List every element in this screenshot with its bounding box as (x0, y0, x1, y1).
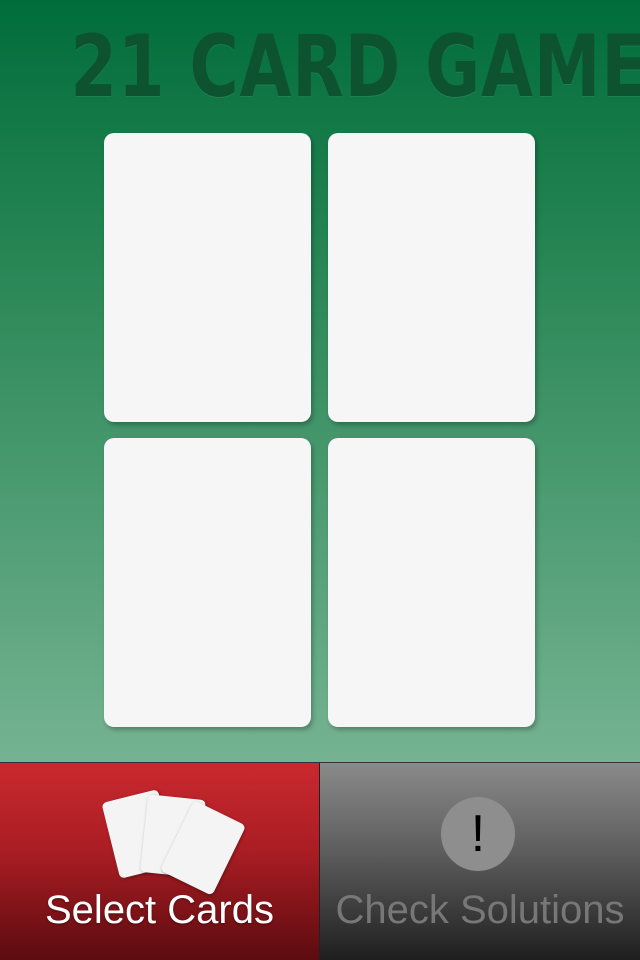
select-cards-tab[interactable]: Select Cards (0, 763, 319, 960)
tab-bar: Select Cards ! Check Solutions (0, 762, 640, 960)
check-solutions-tab[interactable]: ! Check Solutions (320, 763, 640, 960)
card-slot-4[interactable] (328, 438, 535, 727)
game-board: 21 CARD GAME (0, 0, 640, 762)
card-slot-2[interactable] (328, 133, 535, 422)
check-solutions-label: Check Solutions (335, 888, 625, 932)
page-title: 21 CARD GAME (70, 17, 640, 117)
card-slot-1[interactable] (104, 133, 311, 422)
cards-icon (98, 789, 247, 896)
card-slot-3[interactable] (104, 438, 311, 727)
select-cards-label: Select Cards (45, 888, 274, 932)
exclamation-icon: ! (441, 797, 515, 871)
